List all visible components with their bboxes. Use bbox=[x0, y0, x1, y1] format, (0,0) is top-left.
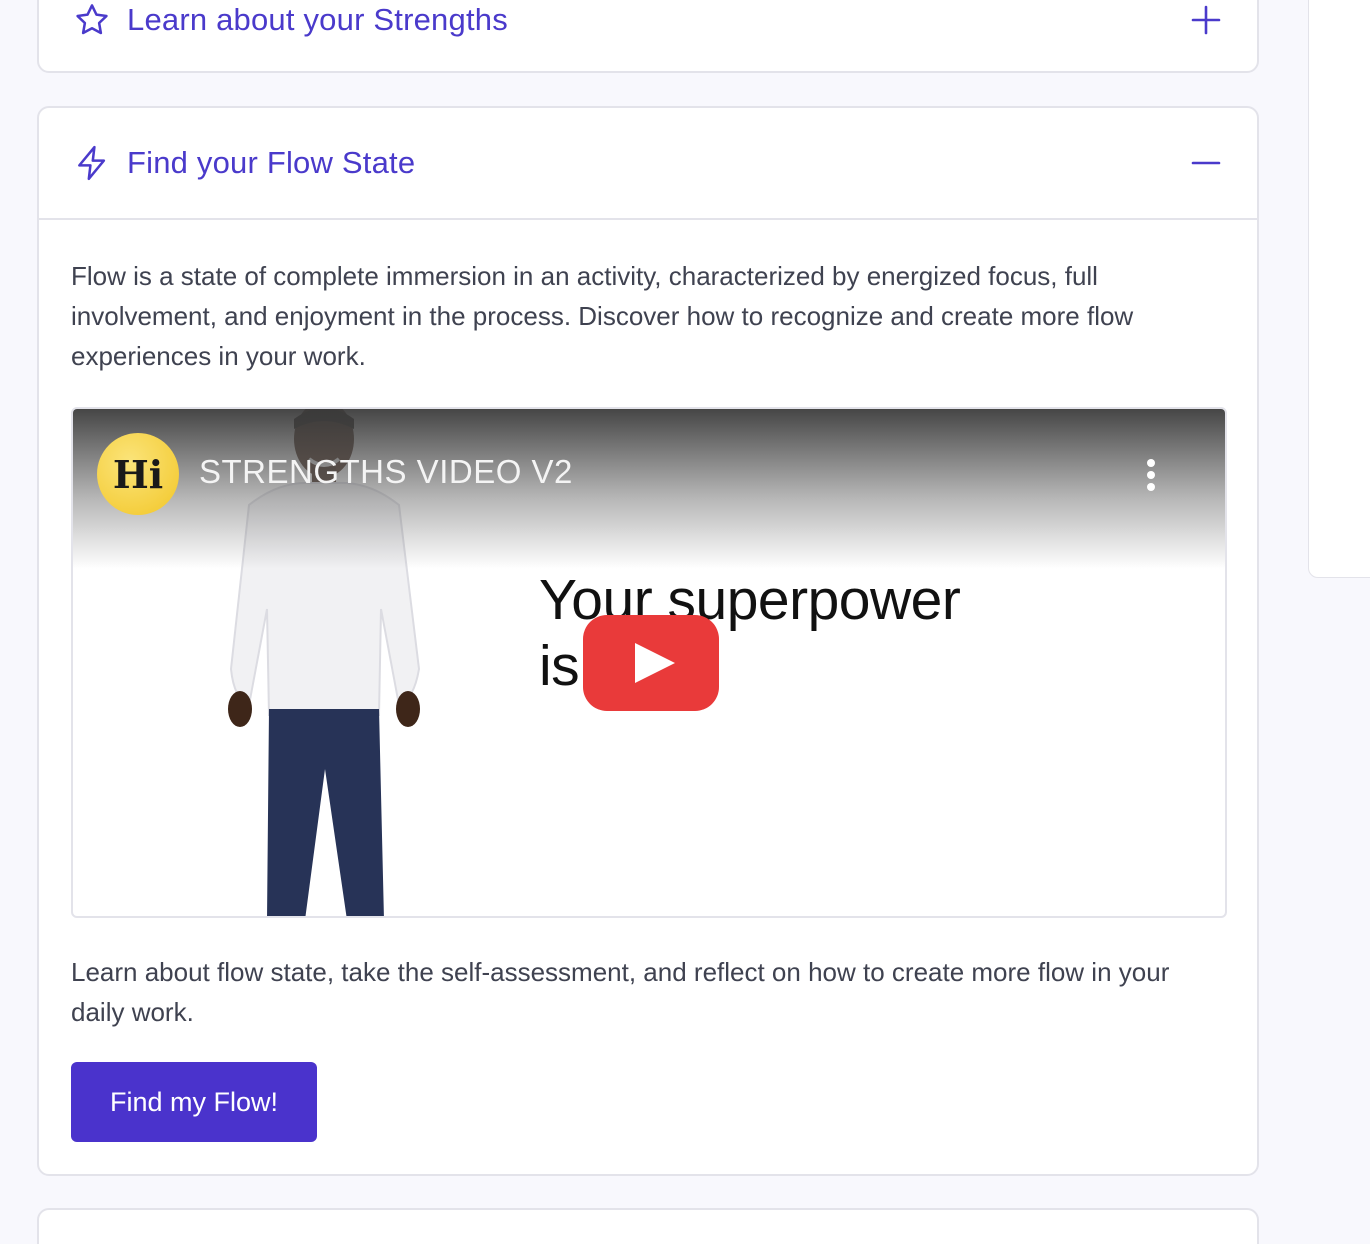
accordion-flow: Find your Flow State Flow is a state of … bbox=[37, 106, 1259, 1176]
accordion-strengths: Learn about your Strengths bbox=[37, 0, 1259, 73]
lightning-icon bbox=[73, 144, 111, 182]
accordion-next[interactable] bbox=[37, 1208, 1259, 1244]
flow-description: Flow is a state of complete immersion in… bbox=[71, 261, 1134, 371]
side-panel bbox=[1308, 0, 1370, 578]
video-title[interactable]: STRENGTHS VIDEO V2 bbox=[199, 453, 573, 491]
star-icon bbox=[73, 1, 111, 39]
flow-cta-text: Learn about flow state, take the self-as… bbox=[71, 957, 1170, 1027]
minus-icon[interactable] bbox=[1189, 146, 1223, 180]
more-vertical-icon[interactable] bbox=[1141, 457, 1161, 493]
accordion-title: Learn about your Strengths bbox=[127, 2, 508, 37]
plus-icon[interactable] bbox=[1189, 3, 1223, 37]
accordion-title: Find your Flow State bbox=[127, 145, 416, 180]
accordion-header-strengths[interactable]: Learn about your Strengths bbox=[39, 0, 1257, 76]
find-my-flow-button[interactable]: Find my Flow! bbox=[71, 1062, 317, 1142]
accordion-header-flow[interactable]: Find your Flow State bbox=[39, 108, 1257, 220]
accordion-body: Flow is a state of complete immersion in… bbox=[71, 256, 1225, 376]
youtube-play-icon[interactable] bbox=[583, 615, 719, 711]
page: Learn about your Strengths Find your Flo… bbox=[0, 0, 1370, 1244]
video-player[interactable]: Hi STRENGTHS VIDEO V2 Your superpower is bbox=[71, 407, 1227, 918]
channel-logo[interactable]: Hi bbox=[97, 433, 179, 515]
